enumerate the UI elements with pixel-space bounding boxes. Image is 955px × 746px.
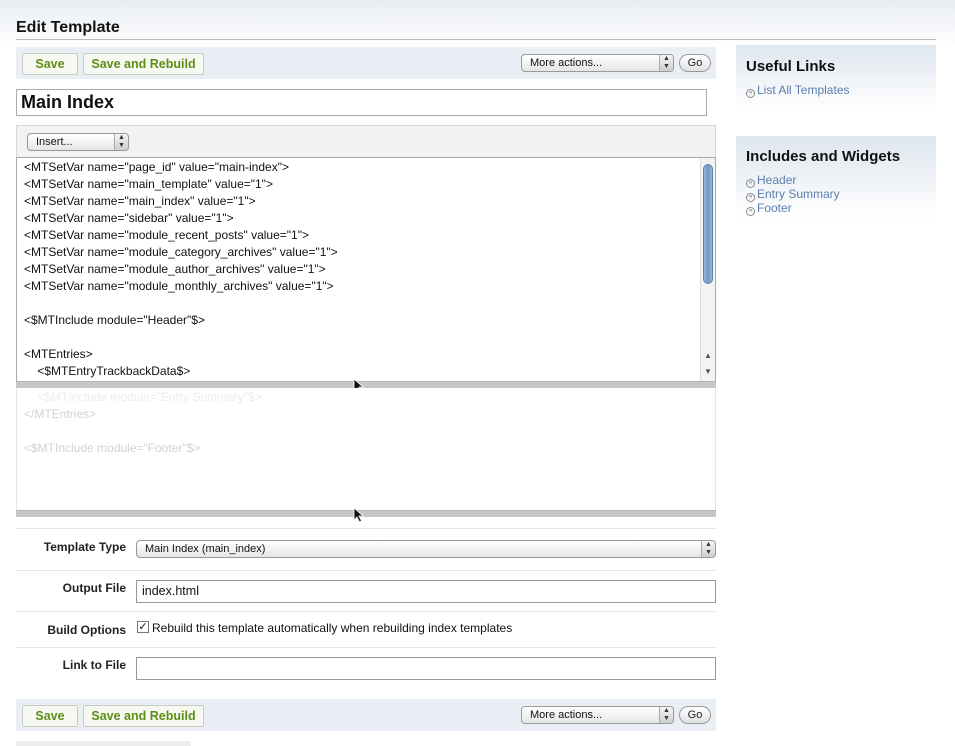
circle-arrow-icon: » [746,207,755,216]
link-to-file-label: Link to File [62,658,126,672]
scroll-up-arrow-icon[interactable]: ▲ [703,350,713,362]
code-line: <MTSetVar name="main_template" value="1"… [24,177,273,191]
code-line: <MTSetVar name="module_author_archives" … [24,262,326,276]
code-line: <MTEntries> [24,347,93,361]
updown-arrows-icon: ▲ ▼ [701,541,715,557]
ghost-code-lines: <$MTInclude module="Entry Summary"$> </MT… [17,388,715,456]
code-line: <MTSetVar name="module_category_archives… [24,245,338,259]
output-file-label: Output File [62,581,126,595]
output-file-input[interactable]: index.html [136,580,716,603]
code-line: <MTSetVar name="module_monthly_archives"… [24,279,334,293]
include-link-footer[interactable]: » Footer [746,201,792,216]
template-code-editor[interactable]: <MTSetVar name="page_id" value="main-ind… [16,157,716,381]
updown-arrows-icon: ▲ ▼ [659,707,673,723]
page-title: Edit Template [16,19,120,36]
include-link-header[interactable]: » Header [746,173,796,188]
go-button[interactable]: Go [679,54,711,72]
code-line: </MTEntries> [24,407,97,421]
save-and-rebuild-button[interactable]: Save and Rebuild [83,705,204,727]
editor-drag-preview: <$MTInclude module="Entry Summary"$> </MT… [16,388,716,510]
bottom-action-bar: Save Save and Rebuild More actions... ▲ ▼… [16,699,716,731]
code-line: <$MTInclude module="Entry Summary"$> [24,390,262,404]
scrollbar-thumb[interactable] [703,164,713,284]
go-button[interactable]: Go [679,706,711,724]
includes-widgets-panel: Includes and Widgets » Header » Entry Summ… [736,136,936,220]
build-options-row: Build Options ✓ Rebuild this template au… [16,611,716,647]
link-label: Footer [757,201,792,215]
template-type-row: Template Type Main Index (main_index) ▲ ▼ [16,528,716,570]
link-to-file-row: Link to File [16,647,716,689]
template-type-label: Template Type [43,540,126,554]
circle-arrow-icon: » [746,89,755,98]
output-file-row: Output File index.html [16,570,716,611]
save-button[interactable]: Save [22,705,78,727]
template-type-select[interactable]: Main Index (main_index) ▲ ▼ [136,540,716,558]
code-line: <MTSetVar name="module_recent_posts" val… [24,228,309,242]
scroll-down-arrow-icon[interactable]: ▼ [703,366,713,378]
rebuild-automatically-label[interactable]: Rebuild this template automatically when… [152,621,512,635]
link-label: Header [757,173,797,187]
useful-links-panel: Useful Links » List All Templates [736,45,936,111]
code-line: <$MTInclude module="Header"$> [24,313,205,327]
build-options-label: Build Options [47,623,126,637]
editor-scrollbar[interactable]: ▲ ▼ [700,158,715,381]
link-label: List All Templates [757,83,850,97]
save-and-rebuild-button[interactable]: Save and Rebuild [83,53,204,75]
insert-select[interactable]: Insert... ▲ ▼ [27,133,129,151]
title-divider [16,39,936,40]
code-line: <$MTInclude module="Footer"$> [24,441,201,455]
useful-links-heading: Useful Links [746,58,836,75]
more-actions-label: More actions... [530,709,603,721]
header-band [0,0,955,48]
includes-widgets-heading: Includes and Widgets [746,148,901,165]
link-label: Entry Summary [757,187,840,201]
code-line: <MTSetVar name="sidebar" value="1"> [24,211,234,225]
template-name-input[interactable]: Main Index [16,89,707,116]
more-actions-label: More actions... [530,57,603,69]
more-actions-select[interactable]: More actions... ▲ ▼ [521,706,674,724]
code-line: <$MTEntryTrackbackData$> [24,364,191,378]
save-button[interactable]: Save [22,53,78,75]
updown-arrows-icon: ▲ ▼ [659,55,673,71]
link-to-file-input[interactable] [136,657,716,680]
template-type-value: Main Index (main_index) [145,543,266,555]
top-action-bar: Save Save and Rebuild More actions... ▲ ▼… [16,47,716,79]
include-link-entry-summary[interactable]: » Entry Summary [746,187,840,202]
code-lines: <MTSetVar name="page_id" value="main-ind… [17,158,715,381]
list-all-templates-link[interactable]: » List All Templates [746,83,850,98]
more-actions-select[interactable]: More actions... ▲ ▼ [521,54,674,72]
code-line: <MTSetVar name="page_id" value="main-ind… [24,160,289,174]
footer-strip [16,741,191,746]
code-line: <MTSetVar name="main_index" value="1"> [24,194,256,208]
mouse-pointer-icon [353,507,365,523]
rebuild-automatically-checkbox[interactable]: ✓ [137,621,149,633]
updown-arrows-icon: ▲ ▼ [114,134,128,150]
editor-toolbar: Insert... ▲ ▼ [16,125,716,157]
insert-select-label: Insert... [36,136,73,148]
